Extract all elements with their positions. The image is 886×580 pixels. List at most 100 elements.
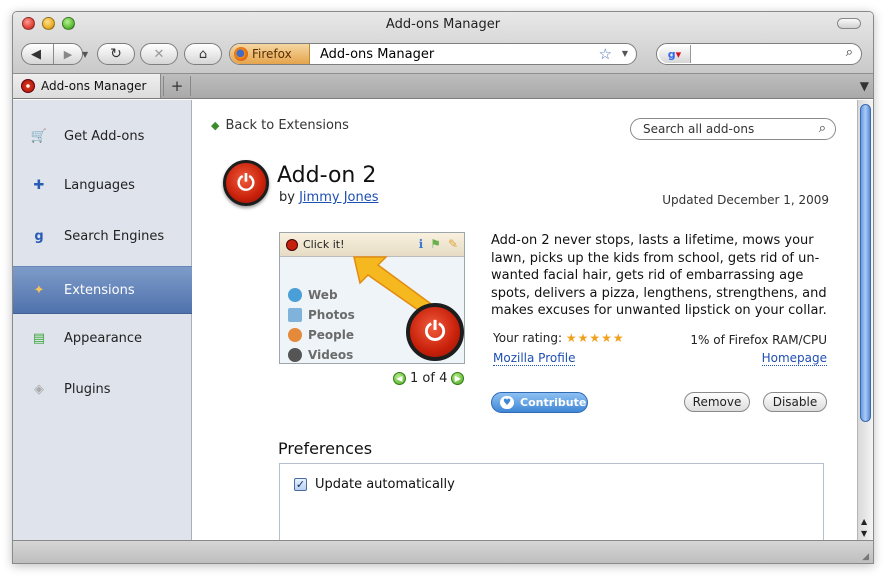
search-engine-button[interactable]: g ▾: [659, 45, 691, 63]
scroll-up-icon[interactable]: ▲: [861, 517, 867, 526]
home-icon: ⌂: [198, 46, 208, 62]
back-arrow-icon: ◆: [211, 119, 220, 132]
stop-icon: ✕: [153, 46, 165, 62]
new-tab-button[interactable]: +: [163, 76, 191, 96]
puzzle-icon: ✦: [33, 282, 45, 298]
by-prefix: by: [279, 190, 295, 205]
broom-icon: ✎: [447, 237, 458, 251]
reload-button[interactable]: ↻: [97, 43, 135, 65]
back-link-label: Back to Extensions: [225, 118, 349, 133]
tab-list-icon[interactable]: ▼: [860, 79, 869, 93]
previous-screenshot-button[interactable]: ◀: [393, 372, 406, 385]
sidebar-item-label: Languages: [64, 177, 135, 193]
tab-label: Add-ons Manager: [41, 79, 147, 93]
contribute-button[interactable]: ♥ Contribute: [491, 392, 588, 413]
palette-icon: ▤: [32, 330, 46, 346]
updated-date: Updated December 1, 2009: [662, 193, 829, 207]
web-search-bar[interactable]: g ▾ ⌕: [656, 43, 862, 65]
list-item: Videos: [288, 345, 355, 363]
screenshot-pager: ◀ 1 of 4 ▶: [393, 371, 465, 386]
list-item-label: Videos: [308, 348, 354, 362]
browser-chrome: Add-ons Manager ◀ ▶ ▼ ↻ ✕ ⌂ Firefox Add-…: [13, 12, 873, 74]
back-arrow-icon: ◀: [31, 46, 41, 62]
list-item: Photos: [288, 305, 355, 325]
update-automatically-checkbox[interactable]: ✓: [294, 478, 307, 491]
list-item: People: [288, 325, 355, 345]
identity-label: Firefox: [252, 47, 292, 61]
homepage-link[interactable]: Homepage: [761, 351, 827, 366]
back-button[interactable]: ◀: [26, 45, 46, 63]
window-title: Add-ons Manager: [385, 17, 501, 32]
author-link[interactable]: Jimmy Jones: [299, 190, 378, 205]
forward-arrow-icon: ▶: [63, 47, 73, 61]
url-bar[interactable]: Firefox Add-ons Manager ☆ ▼: [229, 43, 637, 65]
sidebar-item-label: Search Engines: [64, 228, 165, 244]
plugin-icon: ◈: [34, 381, 44, 397]
sidebar-item-languages[interactable]: ✚ Languages: [13, 161, 192, 209]
scroll-down-icon[interactable]: ▼: [861, 529, 867, 538]
addon-byline: by Jimmy Jones: [279, 190, 379, 205]
addons-manager-content: 🛒 Get Add-ons ✚ Languages g Search Engin…: [13, 100, 859, 543]
toolbar-toggle-button[interactable]: [837, 18, 861, 29]
next-screenshot-button[interactable]: ▶: [451, 372, 465, 385]
bookmark-star-icon[interactable]: ☆: [599, 45, 612, 63]
google-icon: g: [667, 47, 676, 61]
tab-strip: Add-ons Manager + ▼: [13, 74, 873, 99]
contribute-label: Contribute: [520, 396, 587, 409]
pager-label: 1 of 4: [410, 371, 448, 386]
remove-button[interactable]: Remove: [684, 392, 750, 412]
scrollbar-thumb[interactable]: [860, 104, 871, 422]
resource-usage: 1% of Firefox RAM/CPU: [690, 333, 827, 347]
url-dropdown-icon[interactable]: ▼: [622, 49, 628, 58]
mozilla-profile-link[interactable]: Mozilla Profile: [493, 351, 576, 366]
sidebar-item-label: Get Add-ons: [64, 128, 145, 144]
history-dropdown-icon[interactable]: ▼: [82, 50, 88, 59]
rating-row: Your rating: ★★★★★: [493, 331, 625, 345]
reload-icon: ↻: [110, 46, 122, 62]
home-button[interactable]: ⌂: [184, 43, 222, 65]
google-icon: g: [34, 228, 44, 244]
globe-icon: [288, 288, 302, 302]
addon-icon: [21, 79, 35, 93]
back-forward-group: ◀ ▶: [21, 43, 83, 65]
site-identity-button[interactable]: Firefox: [230, 44, 310, 64]
separator: [53, 44, 54, 64]
back-to-extensions-link[interactable]: ◆ Back to Extensions: [211, 118, 349, 133]
addon-screenshot[interactable]: Click it! ℹ ⚑ ✎ Web Photos People Videos: [279, 232, 465, 364]
search-icon[interactable]: ⌕: [846, 45, 853, 60]
click-it-label: Click it!: [303, 238, 345, 251]
sidebar-item-appearance[interactable]: ▤ Appearance: [13, 314, 192, 362]
sidebar-item-extensions[interactable]: ✦ Extensions: [13, 266, 192, 314]
addon-title: Add-on 2: [277, 163, 377, 188]
url-input[interactable]: Add-ons Manager: [320, 47, 434, 62]
resize-grip-icon[interactable]: ◢: [862, 552, 869, 562]
power-icon: ⏻: [406, 303, 464, 361]
plus-icon: +: [170, 77, 184, 95]
rating-stars[interactable]: ★★★★★: [566, 331, 625, 345]
preferences-title: Preferences: [278, 439, 373, 458]
stop-button[interactable]: ✕: [140, 43, 178, 65]
list-item: Web: [288, 285, 355, 305]
cart-icon: 🛒: [30, 128, 48, 144]
list-item-label: People: [308, 328, 355, 342]
sidebar-item-get-addons[interactable]: 🛒 Get Add-ons: [13, 112, 192, 160]
title-bar: Add-ons Manager: [13, 12, 873, 36]
search-icon: ⌕: [818, 121, 826, 136]
disable-button[interactable]: Disable: [763, 392, 827, 412]
update-automatically-row[interactable]: ✓ Update automatically: [294, 477, 455, 492]
rating-label: Your rating:: [493, 331, 563, 345]
power-icon: [286, 238, 298, 251]
forward-button[interactable]: ▶: [58, 45, 78, 63]
engine-dropdown-icon: ▾: [675, 47, 682, 61]
tab-addons-manager[interactable]: Add-ons Manager: [13, 74, 161, 98]
sidebar-item-search-engines[interactable]: g Search Engines: [13, 212, 192, 260]
search-all-addons-input[interactable]: Search all add-ons ⌕: [630, 118, 836, 140]
search-placeholder: Search all add-ons: [643, 122, 755, 136]
sidebar-item-label: Extensions: [64, 282, 135, 298]
category-sidebar: 🛒 Get Add-ons ✚ Languages g Search Engin…: [13, 100, 192, 540]
list-item-label: Photos: [308, 308, 355, 322]
sidebar-item-plugins[interactable]: ◈ Plugins: [13, 365, 192, 413]
vertical-scrollbar[interactable]: ▲ ▼: [857, 100, 873, 540]
photos-icon: [288, 308, 302, 322]
power-icon: ⏻: [223, 160, 269, 206]
